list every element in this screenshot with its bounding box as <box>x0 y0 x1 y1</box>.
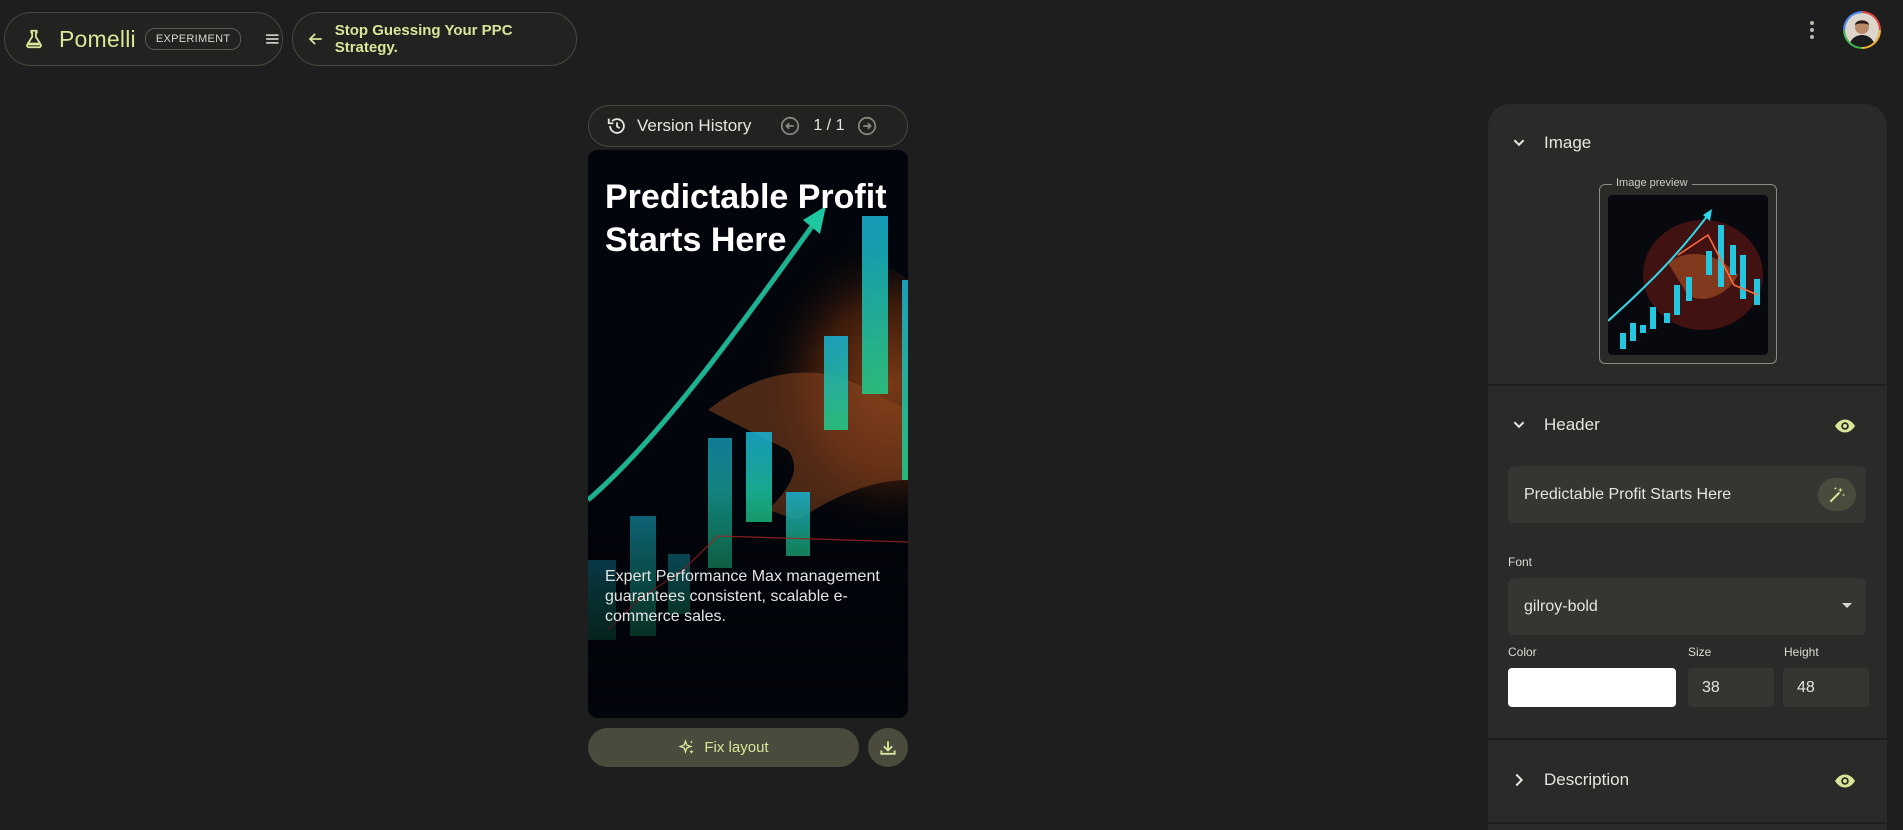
download-button[interactable] <box>868 728 908 767</box>
description-section-title: Description <box>1544 770 1630 789</box>
fix-layout-label: Fix layout <box>704 739 769 756</box>
chevron-down-icon <box>1513 421 1525 429</box>
section-divider <box>1488 384 1887 386</box>
magic-rewrite-button[interactable] <box>1818 478 1856 511</box>
section-divider <box>1488 822 1887 824</box>
experiment-badge: EXPERIMENT <box>144 28 242 50</box>
more-vert-icon[interactable] <box>1800 18 1824 42</box>
eye-icon[interactable] <box>1833 769 1857 793</box>
version-history-bar: Version History 1 / 1 <box>588 105 908 147</box>
sparkle-icon <box>678 738 695 754</box>
color-picker[interactable] <box>1508 668 1676 707</box>
brand-name: Pomelli <box>59 25 136 52</box>
header-section-title: Header <box>1544 415 1600 434</box>
size-input[interactable]: 38 <box>1688 668 1774 707</box>
avatar-image <box>1845 13 1879 47</box>
ad-preview-card[interactable]: Predictable Profit Starts Here Expert Pe… <box>588 150 908 718</box>
version-counter: 1 / 1 <box>813 117 845 134</box>
description-section-toggle[interactable]: Description <box>1488 760 1887 800</box>
avatar[interactable] <box>1843 11 1881 49</box>
back-label: Stop Guessing Your PPC Strategy. <box>334 22 513 56</box>
image-thumbnail <box>1608 195 1768 355</box>
arrow-left-icon <box>308 33 322 45</box>
download-icon <box>880 740 896 755</box>
version-history-label[interactable]: Version History <box>637 116 751 136</box>
font-select-value: gilroy-bold <box>1524 597 1598 615</box>
card-description: Expert Performance Max management guaran… <box>605 568 880 625</box>
height-label: Height <box>1784 645 1819 659</box>
fix-layout-button[interactable]: Fix layout <box>588 728 859 767</box>
eye-icon[interactable] <box>1833 414 1857 438</box>
image-section-toggle[interactable]: Image <box>1488 123 1887 163</box>
properties-panel: Image Image preview Header Predictable P… <box>1488 104 1887 830</box>
font-label: Font <box>1508 555 1533 569</box>
image-preview-label: Image preview <box>1612 177 1692 189</box>
back-to-campaign-button[interactable]: Stop Guessing Your PPC Strategy. <box>292 12 577 66</box>
brand-bar: Pomelli EXPERIMENT <box>4 12 283 66</box>
menu-icon[interactable] <box>263 28 282 50</box>
dropdown-caret-icon <box>1842 603 1852 608</box>
image-section-title: Image <box>1544 133 1592 152</box>
font-select[interactable]: gilroy-bold <box>1508 578 1866 635</box>
card-title: Predictable Profit Starts Here <box>605 178 887 259</box>
size-label: Size <box>1688 645 1712 659</box>
section-divider <box>1488 738 1887 740</box>
flask-icon <box>26 29 42 49</box>
header-text-value: Predictable Profit Starts Here <box>1524 485 1732 503</box>
color-label: Color <box>1508 645 1537 659</box>
chevron-down-icon <box>1513 139 1525 147</box>
header-section-toggle[interactable]: Header <box>1488 405 1887 445</box>
image-preview[interactable]: Image preview <box>1599 177 1777 364</box>
height-input[interactable]: 48 <box>1783 668 1869 707</box>
magic-wand-icon <box>1829 486 1846 502</box>
chevron-right-icon <box>1515 773 1524 787</box>
arrow-circle-left-icon[interactable] <box>779 115 801 137</box>
arrow-circle-right-icon[interactable] <box>856 115 878 137</box>
history-icon[interactable] <box>606 115 628 137</box>
header-text-input[interactable]: Predictable Profit Starts Here <box>1508 466 1866 523</box>
